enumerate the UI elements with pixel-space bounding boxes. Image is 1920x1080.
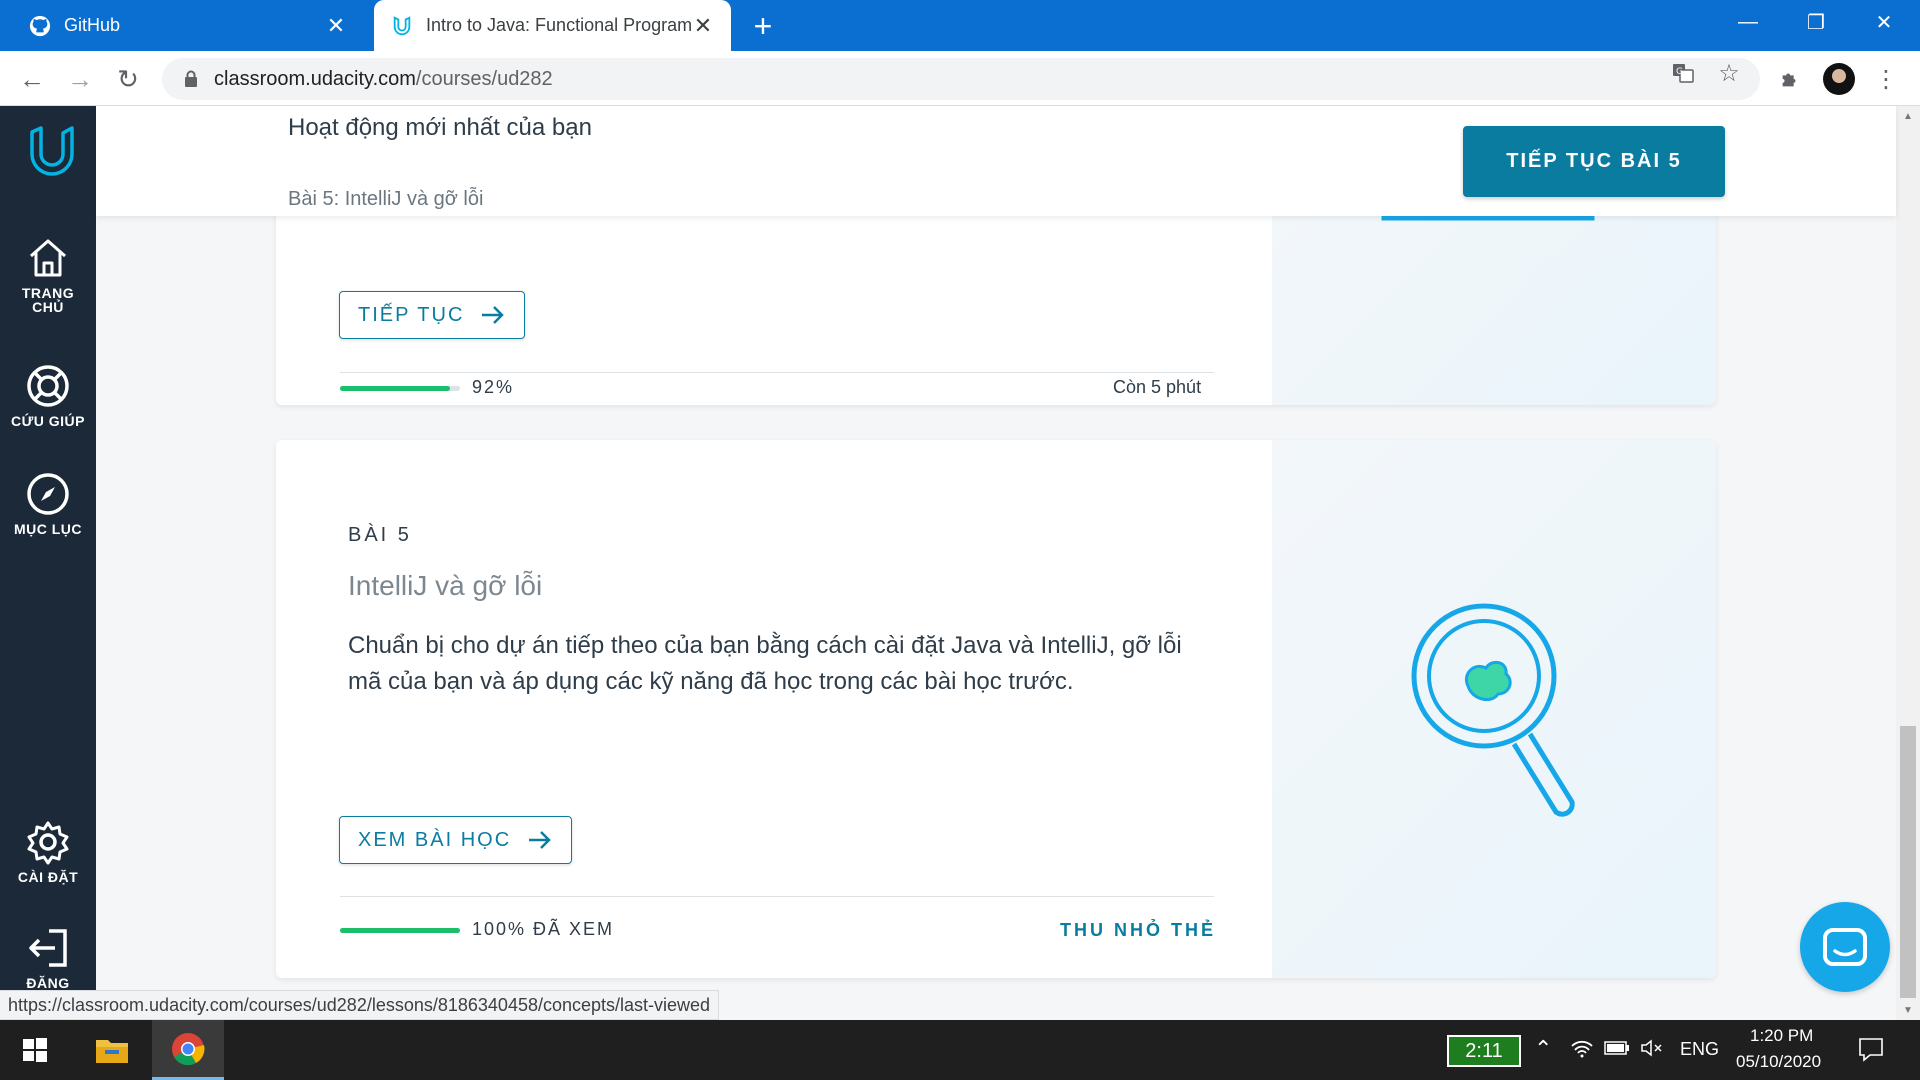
forward-arrow-icon[interactable]: → — [60, 59, 100, 99]
sidebar-item-help[interactable]: CỨU GIÚP — [0, 362, 96, 428]
card-divider — [340, 896, 1214, 897]
wifi-icon[interactable] — [1570, 1038, 1594, 1063]
progress-fill — [340, 928, 460, 933]
tab-title: Intro to Java: Functional Program — [426, 15, 691, 35]
star-bookmark-icon[interactable]: ☆ — [1716, 60, 1742, 87]
time-remaining: Còn 5 phút — [1113, 377, 1202, 397]
compass-icon — [24, 470, 72, 518]
latest-activity-bar: Hoạt động mới nhất của bạn Bài 5: Intell… — [96, 106, 1896, 216]
lesson-title: IntelliJ và gỡ lỗi — [348, 570, 543, 601]
sidebar: TRANG CHỦ CỨU GIÚP MỤC LỤC CÀI ĐẶT ĐĂNG — [0, 106, 96, 1020]
progress-bar — [340, 386, 460, 391]
page-scrollbar[interactable]: ▲ ▼ — [1896, 106, 1920, 1020]
continue-button[interactable]: TIẾP TỤC — [339, 291, 526, 339]
new-tab-button[interactable]: + — [745, 8, 781, 44]
battery-icon[interactable] — [1604, 1040, 1630, 1061]
udacity-icon — [390, 14, 414, 38]
lifebuoy-icon — [24, 362, 72, 410]
progress-bar — [340, 928, 460, 933]
close-window-icon[interactable]: ✕ — [1850, 0, 1918, 44]
tab-github[interactable]: GitHub ✕ — [12, 0, 364, 51]
chrome-taskbar-icon[interactable] — [152, 1020, 224, 1080]
tab-title: GitHub — [64, 15, 121, 35]
scroll-up-icon[interactable]: ▲ — [1896, 106, 1920, 126]
reload-icon[interactable]: ↻ — [108, 59, 148, 99]
sidebar-item-label: MỤC LỤC — [13, 521, 83, 537]
tray-expand-icon[interactable]: ⌃ — [1534, 1036, 1552, 1062]
windows-start-icon[interactable] — [0, 1020, 70, 1080]
sidebar-item-settings[interactable]: CÀI ĐẶT — [0, 818, 96, 884]
logout-icon — [24, 924, 72, 972]
scroll-down-icon[interactable]: ▼ — [1896, 1000, 1920, 1020]
chat-icon — [1823, 928, 1867, 966]
lock-icon — [182, 70, 200, 88]
progress-watched: 100% ĐÃ XEM — [472, 919, 615, 939]
clock-time[interactable]: 1:20 PM — [1750, 1026, 1813, 1046]
progress-fill — [340, 386, 451, 391]
sidebar-item-logout[interactable]: ĐĂNG — [0, 924, 96, 990]
latest-lesson-label: Bài 5: IntelliJ và gỡ lỗi — [288, 188, 484, 210]
gear-icon — [24, 818, 72, 866]
github-icon — [28, 14, 52, 38]
menu-kebab-icon[interactable]: ⋮ — [1868, 61, 1904, 97]
chat-support-button[interactable] — [1800, 902, 1890, 992]
url-text: classroom.udacity.com/courses/ud282 — [214, 67, 553, 90]
address-bar[interactable]: classroom.udacity.com/courses/ud282 — [162, 58, 1760, 100]
minimize-icon[interactable]: — — [1714, 0, 1782, 44]
lesson-description: Chuẩn bị cho dự án tiếp theo của bạn bằn… — [348, 632, 1182, 695]
back-arrow-icon[interactable]: ← — [12, 59, 52, 99]
sidebar-item-catalog[interactable]: MỤC LỤC — [0, 470, 96, 536]
translate-icon[interactable]: G — [1670, 60, 1696, 86]
restore-icon[interactable]: ❐ — [1782, 0, 1850, 44]
lesson-number: BÀI 5 — [348, 524, 412, 546]
file-explorer-icon[interactable] — [82, 1020, 142, 1080]
link-preview-status: https://classroom.udacity.com/courses/ud… — [0, 990, 720, 1020]
windows-taskbar: 2:11 ⌃ ENG 1:20 PM 05/10/2020 — [0, 1020, 1920, 1080]
resume-lesson-button[interactable]: TIẾP TỤC BÀI 5 — [1463, 126, 1725, 197]
notification-center-icon[interactable] — [1858, 1036, 1884, 1067]
view-lesson-button[interactable]: XEM BÀI HỌC — [339, 816, 573, 864]
sidebar-item-label: TRANG CHỦ — [21, 285, 75, 315]
close-tab-icon[interactable]: ✕ — [691, 13, 715, 38]
volume-muted-icon[interactable] — [1640, 1038, 1664, 1063]
scroll-thumb[interactable] — [1900, 726, 1916, 998]
sidebar-item-home[interactable]: TRANG CHỦ — [0, 234, 96, 314]
arrow-right-icon — [527, 830, 553, 850]
svg-text:G: G — [1676, 67, 1683, 77]
close-tab-icon[interactable]: ✕ — [324, 13, 348, 38]
tab-udacity-course[interactable]: Intro to Java: Functional Program ✕ — [374, 0, 731, 51]
input-language[interactable]: ENG — [1680, 1039, 1719, 1060]
browser-toolbar: ← → ↻ classroom.udacity.com/courses/ud28… — [0, 51, 1920, 106]
home-icon — [24, 234, 72, 282]
extensions-puzzle-icon[interactable] — [1772, 61, 1808, 97]
clock-date[interactable]: 05/10/2020 — [1736, 1052, 1821, 1072]
lesson-card-5: BÀI 5 IntelliJ và gỡ lỗi Chuẩn bị cho dự… — [276, 440, 1716, 978]
page-title: Hoạt động mới nhất của bạn — [288, 114, 592, 141]
sidebar-item-label: CÀI ĐẶT — [17, 869, 79, 885]
battery-timer-badge: 2:11 — [1447, 1035, 1521, 1067]
browser-tab-strip: GitHub ✕ Intro to Java: Functional Progr… — [0, 0, 1920, 51]
udacity-logo-icon[interactable] — [28, 126, 76, 178]
collapse-card-link[interactable]: THU NHỎ THẺ — [1060, 920, 1216, 941]
arrow-right-icon — [480, 305, 506, 325]
sidebar-item-label: ĐĂNG — [26, 975, 70, 991]
progress-percent: 92% — [472, 377, 515, 397]
page-viewport: TRANG CHỦ CỨU GIÚP MỤC LỤC CÀI ĐẶT ĐĂNG — [0, 106, 1920, 1020]
card-divider — [340, 372, 1214, 373]
lesson-illustration — [1272, 440, 1716, 978]
sidebar-item-label: CỨU GIÚP — [11, 413, 85, 429]
profile-avatar[interactable] — [1823, 63, 1855, 95]
magnifier-debug-icon — [1411, 603, 1575, 817]
